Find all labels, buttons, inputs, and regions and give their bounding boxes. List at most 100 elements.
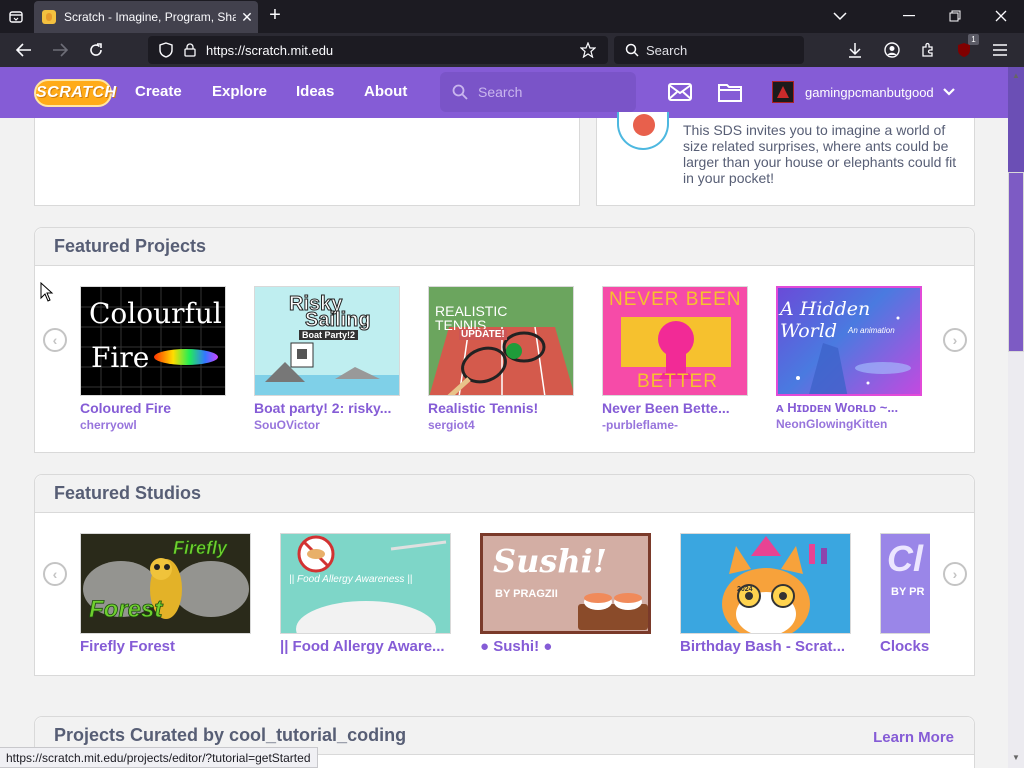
browser-tab[interactable]: Scratch - Imagine, Program, Sha ✕ — [34, 1, 258, 33]
arrow-left-icon[interactable]: ‹ — [43, 328, 67, 352]
studio-thumbnail[interactable]: Cl BY PR — [880, 533, 930, 634]
browser-search-field[interactable]: Search — [614, 36, 804, 64]
project-thumbnail[interactable]: NEVER BEEN BETTER — [602, 286, 748, 396]
tab-overflow-chevron-icon[interactable] — [828, 4, 852, 28]
thumb-text: Sailing — [305, 309, 372, 332]
project-title[interactable]: Realistic Tennis! — [428, 400, 574, 416]
studio-title[interactable]: || Food Allergy Aware... — [280, 638, 451, 655]
project-author[interactable]: -purbleflame- — [602, 418, 748, 432]
thumb-text: BY PRAGZII — [495, 588, 558, 600]
avatar[interactable] — [772, 81, 794, 103]
studios-carousel: Firefly Forest Firefly Forest || Food Al… — [80, 533, 930, 673]
ublock-icon[interactable]: 1 — [952, 34, 979, 62]
browser-tab-bar: Scratch - Imagine, Program, Sha ✕ + — [0, 0, 1024, 33]
thumb-text: An animation — [848, 326, 895, 335]
username[interactable]: gamingpcmanbutgood — [805, 85, 934, 100]
my-stuff-folder-icon[interactable] — [718, 81, 742, 103]
studio-card[interactable]: || Food Allergy Awareness || || Food All… — [280, 533, 451, 655]
extension-badge: 1 — [968, 34, 979, 45]
thumb-text: 2024 — [737, 586, 753, 593]
arrow-right-icon[interactable]: › — [943, 562, 967, 586]
scratch-logo[interactable]: SCRATCH — [34, 79, 116, 107]
studio-thumbnail[interactable]: 2024 — [680, 533, 851, 634]
studio-card[interactable]: Cl BY PR Clocks! — [880, 533, 930, 655]
shield-icon[interactable] — [156, 40, 176, 60]
page-scrollbar[interactable]: ▲ ▼ — [1008, 67, 1024, 768]
arrow-right-icon[interactable]: › — [943, 328, 967, 352]
project-card[interactable]: A Hidden World An animation ᴀ Hɪᴅᴅᴇɴ Wᴏʀ… — [776, 286, 922, 431]
back-icon[interactable] — [12, 38, 36, 62]
search-icon — [622, 43, 642, 57]
studio-title[interactable]: Clocks! — [880, 638, 930, 655]
studio-thumbnail[interactable]: Sushi! BY PRAGZII — [480, 533, 651, 634]
nav-ideas[interactable]: Ideas — [296, 83, 334, 100]
featured-studios-box: Featured Studios ‹ › Firefly Forest Fire… — [34, 474, 975, 676]
close-window-button[interactable] — [989, 4, 1013, 28]
nav-create[interactable]: Create — [135, 83, 182, 100]
project-title[interactable]: ᴀ Hɪᴅᴅᴇɴ Wᴏʀʟᴅ ~... — [776, 400, 922, 415]
close-tab-icon[interactable]: ✕ — [236, 9, 258, 26]
project-author[interactable]: sergiot4 — [428, 418, 574, 432]
arrow-left-icon[interactable]: ‹ — [43, 562, 67, 586]
learn-more-link[interactable]: Learn More — [873, 729, 954, 746]
scroll-up-icon[interactable]: ▲ — [1012, 71, 1020, 80]
thumb-text: Colourful — [89, 297, 222, 330]
featured-projects-header: Featured Projects — [35, 228, 974, 266]
new-tab-button[interactable]: + — [264, 5, 286, 27]
list-all-tabs-icon[interactable] — [4, 5, 28, 29]
project-thumbnail[interactable]: REALISTIC TENNIS UPDATE! — [428, 286, 574, 396]
restore-window-button[interactable] — [943, 4, 967, 28]
project-thumbnail[interactable]: A Hidden World An animation — [776, 286, 922, 396]
browser-search-placeholder: Search — [646, 42, 688, 58]
studio-card[interactable]: Firefly Forest Firefly Forest — [80, 533, 251, 655]
project-author[interactable]: NeonGlowingKitten — [776, 417, 922, 431]
menu-icon[interactable] — [988, 38, 1012, 62]
studio-title[interactable]: Firefly Forest — [80, 638, 251, 655]
browser-nav-bar: https://scratch.mit.edu Search 1 — [0, 33, 1024, 67]
studio-card[interactable]: 2024 Birthday Bash - Scrat... — [680, 533, 851, 655]
project-author[interactable]: cherryowl — [80, 418, 226, 432]
scrollbar-thumb[interactable] — [1008, 172, 1024, 352]
sds-studio-icon[interactable] — [617, 112, 669, 150]
project-thumbnail[interactable]: Risky Sailing Boat Party!2 — [254, 286, 400, 396]
link-status-bar: https://scratch.mit.edu/projects/editor/… — [0, 747, 318, 768]
search-icon — [452, 84, 468, 100]
studio-title[interactable]: Birthday Bash - Scrat... — [680, 638, 851, 655]
project-title[interactable]: Never Been Bette... — [602, 400, 748, 416]
project-title[interactable]: Coloured Fire — [80, 400, 226, 416]
thumb-text: Firefly — [173, 538, 228, 559]
project-card[interactable]: Risky Sailing Boat Party!2 Boat party! 2… — [254, 286, 400, 432]
download-icon[interactable] — [843, 38, 867, 62]
lock-icon[interactable] — [180, 40, 200, 60]
project-card[interactable]: Colourful Fire Coloured Fire cherryowl — [80, 286, 226, 432]
chevron-down-icon[interactable] — [942, 84, 956, 102]
project-author[interactable]: SouOVictor — [254, 418, 400, 432]
reload-icon[interactable] — [84, 38, 108, 62]
url-text: https://scratch.mit.edu — [206, 42, 334, 58]
project-title[interactable]: Boat party! 2: risky... — [254, 400, 400, 416]
thumb-text: Sushi! — [493, 542, 607, 580]
nav-about[interactable]: About — [364, 83, 407, 100]
scratch-search-placeholder: Search — [478, 84, 523, 100]
mouse-cursor-icon — [40, 281, 54, 307]
nav-explore[interactable]: Explore — [212, 83, 267, 100]
account-icon[interactable] — [880, 38, 904, 62]
minimize-window-button[interactable] — [897, 4, 921, 28]
studio-title[interactable]: ● Sushi! ● — [480, 638, 651, 655]
messages-icon[interactable] — [668, 81, 692, 103]
project-thumbnail[interactable]: Colourful Fire — [80, 286, 226, 396]
url-bar[interactable]: https://scratch.mit.edu — [148, 36, 608, 64]
thumb-text: || Food Allergy Awareness || — [289, 574, 413, 585]
bookmark-star-icon[interactable] — [576, 42, 600, 58]
studio-card[interactable]: Sushi! BY PRAGZII ● Sushi! ● — [480, 533, 651, 655]
project-card[interactable]: REALISTIC TENNIS UPDATE! Realistic Tenni… — [428, 286, 574, 432]
project-card[interactable]: NEVER BEEN BETTER Never Been Bette... -p… — [602, 286, 748, 432]
studio-thumbnail[interactable]: Firefly Forest — [80, 533, 251, 634]
thumb-text: BY PR — [891, 586, 925, 598]
scroll-down-icon[interactable]: ▼ — [1012, 753, 1020, 762]
extensions-icon[interactable] — [916, 38, 940, 62]
studio-thumbnail[interactable]: || Food Allergy Awareness || — [280, 533, 451, 634]
scratch-search-input[interactable]: Search — [440, 72, 636, 112]
featured-studios-title: Featured Studios — [54, 483, 202, 503]
forward-icon[interactable] — [48, 38, 72, 62]
